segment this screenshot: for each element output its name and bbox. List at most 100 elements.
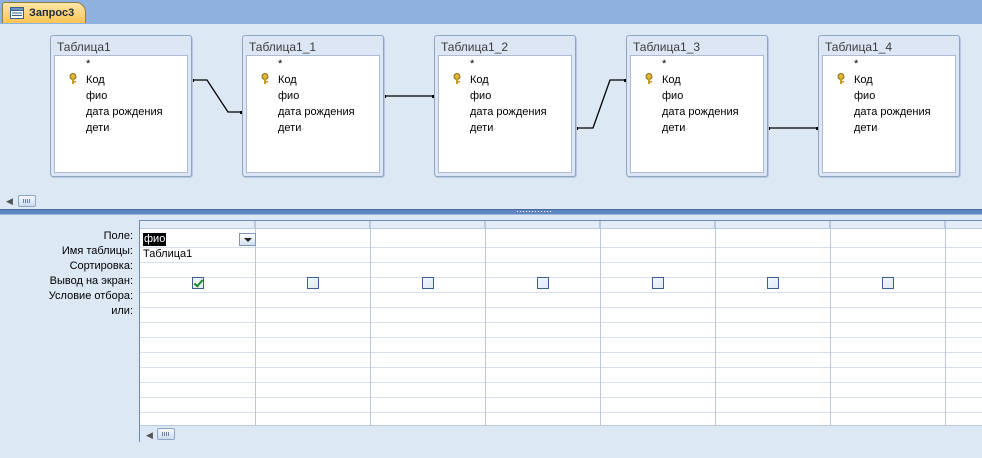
field-item[interactable]: *	[470, 58, 474, 70]
primary-key-icon	[645, 73, 653, 84]
field-item[interactable]: Код	[662, 74, 681, 86]
row-label-criteria: Условие отбора:	[48, 290, 133, 302]
scroll-left-arrow-icon[interactable]: ◀	[6, 196, 13, 207]
grid-line	[140, 247, 982, 248]
show-checkbox[interactable]	[767, 277, 779, 289]
row-label-sort: Сортировка:	[69, 260, 133, 272]
field-item[interactable]: *	[86, 58, 90, 70]
field-list: * Код фио дата рождения дети	[246, 55, 380, 173]
field-item[interactable]: дети	[662, 122, 685, 134]
table-title: Таблица1_2	[441, 40, 509, 54]
show-checkbox[interactable]	[422, 277, 434, 289]
field-item[interactable]: Код	[854, 74, 873, 86]
table-box[interactable]: Таблица1_3 * Код фио дата рождения дети	[626, 35, 768, 177]
show-checkbox[interactable]	[307, 277, 319, 289]
table-title: Таблица1_1	[249, 40, 317, 54]
field-item[interactable]: дата рождения	[470, 106, 547, 118]
field-item[interactable]: дата рождения	[662, 106, 739, 118]
show-checkbox[interactable]	[537, 277, 549, 289]
grid-line	[140, 292, 982, 293]
field-item[interactable]: фио	[278, 90, 299, 102]
grid-line	[140, 277, 982, 278]
splitter-grip-icon[interactable]	[517, 211, 553, 212]
primary-key-icon	[261, 73, 269, 84]
grid-line	[140, 307, 982, 308]
table-name-cell[interactable]: Таблица1	[143, 248, 192, 260]
field-item[interactable]: Код	[470, 74, 489, 86]
query-grid[interactable]: фио Таблица1 ◀	[139, 220, 982, 442]
grid-line	[255, 221, 256, 442]
field-item[interactable]: фио	[470, 90, 491, 102]
field-list: * Код фио дата рождения дети	[438, 55, 572, 173]
field-item[interactable]: Код	[86, 74, 105, 86]
column-selector[interactable]	[945, 221, 982, 229]
row-label-field: Поле:	[103, 230, 133, 242]
field-item[interactable]: фио	[86, 90, 107, 102]
table-title: Таблица1	[57, 40, 111, 54]
tab-query3[interactable]: Запрос3	[2, 2, 86, 23]
grid-line	[140, 262, 982, 263]
chevron-down-icon[interactable]	[239, 233, 256, 246]
field-list: * Код фио дата рождения дети	[630, 55, 764, 173]
column-selector[interactable]	[830, 221, 945, 229]
scroll-left-arrow-icon[interactable]: ◀	[146, 430, 153, 441]
query-icon	[10, 7, 24, 19]
field-item[interactable]: дети	[86, 122, 109, 134]
grid-line	[140, 412, 982, 413]
grid-line	[830, 221, 831, 442]
tab-label: Запрос3	[29, 7, 75, 19]
document-tab-strip: Запрос3	[0, 0, 982, 25]
scroll-thumb[interactable]	[18, 195, 36, 207]
table-title: Таблица1_4	[825, 40, 893, 54]
grid-line	[140, 352, 982, 353]
row-label-table: Имя таблицы:	[61, 245, 133, 257]
show-checkbox[interactable]	[882, 277, 894, 289]
field-item[interactable]: дети	[278, 122, 301, 134]
field-item[interactable]: *	[278, 58, 282, 70]
grid-line	[140, 367, 982, 368]
show-checkbox[interactable]	[192, 277, 204, 289]
field-item[interactable]: дата рождения	[278, 106, 355, 118]
grid-line	[140, 337, 982, 338]
show-checkbox[interactable]	[652, 277, 664, 289]
field-item[interactable]: дети	[854, 122, 877, 134]
column-selector[interactable]	[600, 221, 715, 229]
field-value[interactable]: фио	[143, 233, 167, 246]
row-label-show: Вывод на экран:	[49, 275, 133, 287]
primary-key-icon	[69, 73, 77, 84]
scroll-thumb[interactable]	[157, 428, 175, 440]
grid-line	[715, 221, 716, 442]
grid-line	[370, 221, 371, 442]
field-item[interactable]: *	[662, 58, 666, 70]
diagram-horizontal-scrollbar[interactable]: ◀	[0, 193, 982, 208]
field-item[interactable]: дети	[470, 122, 493, 134]
table-box[interactable]: Таблица1_4 * Код фио дата рождения дети	[818, 35, 960, 177]
field-item[interactable]: Код	[278, 74, 297, 86]
field-item[interactable]: фио	[662, 90, 683, 102]
primary-key-icon	[453, 73, 461, 84]
table-title: Таблица1_3	[633, 40, 701, 54]
field-item[interactable]: фио	[854, 90, 875, 102]
field-item[interactable]: *	[854, 58, 858, 70]
table-box[interactable]: Таблица1 * Код фио дата рождения дети	[50, 35, 192, 177]
grid-line	[140, 397, 982, 398]
field-list: * Код фио дата рождения дети	[54, 55, 188, 173]
column-selector[interactable]	[370, 221, 485, 229]
column-selector[interactable]	[715, 221, 830, 229]
column-selector[interactable]	[255, 221, 370, 229]
grid-line	[485, 221, 486, 442]
column-selector[interactable]	[140, 221, 255, 229]
field-combobox[interactable]: фио	[142, 233, 256, 247]
column-selector[interactable]	[485, 221, 600, 229]
primary-key-icon	[837, 73, 845, 84]
grid-horizontal-scrollbar[interactable]: ◀	[140, 425, 982, 442]
table-diagram-pane: Таблица1 * Код фио дата рождения дети Та…	[0, 24, 982, 193]
grid-line	[945, 221, 946, 442]
field-list: * Код фио дата рождения дети	[822, 55, 956, 173]
grid-line	[600, 221, 601, 442]
table-box[interactable]: Таблица1_1 * Код фио дата рождения дети	[242, 35, 384, 177]
field-item[interactable]: дата рождения	[86, 106, 163, 118]
table-box[interactable]: Таблица1_2 * Код фио дата рождения дети	[434, 35, 576, 177]
grid-line	[140, 322, 982, 323]
field-item[interactable]: дата рождения	[854, 106, 931, 118]
